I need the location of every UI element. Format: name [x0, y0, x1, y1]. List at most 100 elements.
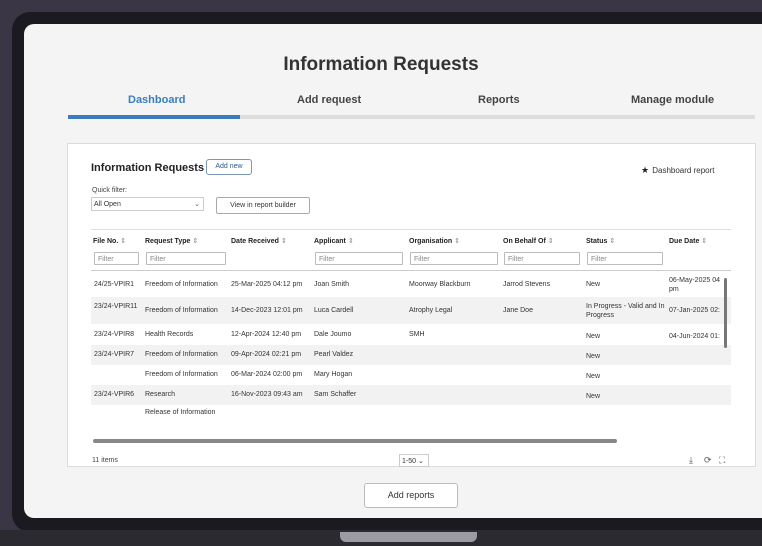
- page-size-value: 1-50: [402, 458, 417, 465]
- sort-icon: ⇕: [547, 238, 554, 245]
- tab-add-request[interactable]: Add request: [297, 94, 361, 106]
- cell-due-date: 06-May-2025 04 pm: [669, 277, 720, 293]
- sort-icon: ⇕: [701, 238, 708, 245]
- cell-date-received: 09-Apr-2024 02:21 pm: [231, 351, 302, 358]
- tab-underline: [68, 115, 755, 119]
- requests-table: File No. ⇕ Request Type ⇕ Date Received …: [91, 229, 731, 448]
- filter-on-behalf-of[interactable]: Filter: [504, 252, 580, 265]
- column-header-label: Due Date: [669, 238, 700, 245]
- table-row[interactable]: 23/24-VPIR8 Health Records 12-Apr-2024 1…: [91, 324, 731, 345]
- cell-due-date: 04-Jun-2024 01:: [669, 333, 720, 340]
- cell-date-received: 06-Mar-2024 02:00 pm: [231, 371, 303, 378]
- cell-applicant: Luca Cardell: [314, 307, 354, 314]
- column-header-status[interactable]: Status ⇕: [586, 237, 615, 245]
- column-header-applicant[interactable]: Applicant ⇕: [314, 237, 354, 245]
- sort-icon: ⇕: [192, 238, 199, 245]
- panel-title: Information Requests: [91, 162, 205, 174]
- star-icon: ★: [641, 165, 650, 175]
- cell-applicant: Sam Schaffer: [314, 391, 357, 398]
- cell-request-type: Freedom of Information: [145, 371, 218, 378]
- cell-organisation: Moorway Blackburn: [409, 281, 471, 288]
- cell-applicant: Pearl Valdez: [314, 351, 354, 358]
- column-header-label: File No.: [93, 238, 119, 245]
- filter-organisation[interactable]: Filter: [410, 252, 498, 265]
- dashboard-report-label: Dashboard report: [652, 166, 715, 175]
- table-row[interactable]: 24/25-VPIR1 Freedom of Information 25-Ma…: [91, 271, 731, 297]
- filter-status[interactable]: Filter: [587, 252, 663, 265]
- cell-status: New: [586, 281, 601, 288]
- filter-applicant[interactable]: Filter: [315, 252, 403, 265]
- sort-icon: ⇕: [609, 238, 616, 245]
- cell-applicant: Mary Hogan: [314, 371, 353, 378]
- cell-status: New: [586, 373, 601, 380]
- column-header-label: Request Type: [145, 238, 191, 245]
- cell-date-received: 16-Nov-2023 09:43 am: [231, 391, 303, 398]
- filter-file-no[interactable]: Filter: [94, 252, 139, 265]
- quick-filter-select[interactable]: All Open ⌄: [91, 197, 204, 211]
- items-count: 11 items: [92, 457, 118, 464]
- view-report-builder-button[interactable]: View in report builder: [216, 197, 310, 214]
- table-row[interactable]: Release of Information: [91, 405, 731, 435]
- cell-file-no: 23/24-VPIR7: [94, 351, 135, 358]
- cell-date-received: 12-Apr-2024 12:40 pm: [231, 331, 302, 338]
- cell-status: New: [586, 353, 601, 360]
- column-header-organisation[interactable]: Organisation ⇕: [409, 237, 460, 245]
- page-size-select[interactable]: 1-50 ⌄: [399, 454, 429, 467]
- tab-reports[interactable]: Reports: [478, 94, 520, 106]
- cell-applicant: Dale Joumo: [314, 331, 352, 338]
- add-reports-button[interactable]: Add reports: [364, 483, 458, 508]
- cell-on-behalf-of: Jane Doe: [503, 307, 533, 314]
- cell-request-type: Health Records: [145, 331, 194, 338]
- table-row[interactable]: Freedom of Information 06-Mar-2024 02:00…: [91, 365, 731, 385]
- cell-status: In Progress - Valid and In Progress: [586, 303, 665, 319]
- download-icon[interactable]: ⤓: [689, 455, 693, 466]
- cell-request-type: Research: [145, 391, 175, 398]
- tab-dashboard[interactable]: Dashboard: [128, 94, 185, 106]
- column-header-label: Status: [586, 238, 608, 245]
- cell-status: New: [586, 333, 601, 340]
- refresh-icon[interactable]: ⟳: [704, 455, 712, 466]
- column-header-date-received[interactable]: Date Received ⇕: [231, 237, 287, 245]
- quick-filter-value: All Open: [94, 201, 121, 208]
- cell-file-no: 23/24-VPIR8: [94, 331, 135, 338]
- quick-filter-label: Quick filter:: [92, 187, 128, 194]
- column-header-label: On Behalf Of: [503, 238, 546, 245]
- sort-icon: ⇕: [280, 238, 287, 245]
- horizontal-scrollbar[interactable]: [93, 439, 617, 443]
- dashboard-report-link[interactable]: ★ Dashboard report: [641, 165, 715, 176]
- cell-file-no: 24/25-VPIR1: [94, 281, 135, 288]
- cell-organisation: Atrophy Legal: [409, 307, 453, 314]
- chevron-down-icon: ⌄: [417, 458, 424, 465]
- cell-applicant: Joan Smith: [314, 281, 350, 288]
- requests-panel: Information Requests Add new ★ Dashboard…: [67, 143, 756, 467]
- column-header-label: Date Received: [231, 238, 279, 245]
- expand-icon[interactable]: ⛶: [719, 455, 725, 466]
- cell-request-type: Freedom of Information: [145, 281, 218, 288]
- cell-request-type: Freedom of Information: [145, 307, 218, 314]
- cell-file-no: 23/24-VPIR6: [94, 391, 135, 398]
- sort-icon: ⇕: [120, 238, 127, 245]
- cell-request-type: Release of Information: [145, 409, 216, 416]
- column-header-label: Organisation: [409, 238, 453, 245]
- vertical-scrollbar[interactable]: [724, 278, 727, 348]
- cell-file-no: 23/24-VPIR11: [94, 303, 138, 310]
- cell-status: New: [586, 393, 601, 400]
- column-header-request-type[interactable]: Request Type ⇕: [145, 237, 198, 245]
- cell-date-received: 25-Mar-2025 04:12 pm: [231, 281, 303, 288]
- filter-request-type[interactable]: Filter: [146, 252, 226, 265]
- sort-icon: ⇕: [454, 238, 461, 245]
- laptop-notch: [340, 532, 477, 542]
- column-header-due-date[interactable]: Due Date ⇕: [669, 237, 707, 245]
- table-row[interactable]: 23/24-VPIR7 Freedom of Information 09-Ap…: [91, 345, 731, 365]
- column-header-on-behalf-of[interactable]: On Behalf Of ⇕: [503, 237, 554, 245]
- page-title: Information Requests: [283, 54, 479, 75]
- table-row[interactable]: 23/24-VPIR6 Research 16-Nov-2023 09:43 a…: [91, 385, 731, 405]
- tab-manage-module[interactable]: Manage module: [631, 94, 714, 106]
- column-header-file-no[interactable]: File No. ⇕: [93, 237, 126, 245]
- sort-icon: ⇕: [347, 238, 354, 245]
- table-row[interactable]: 23/24-VPIR11 Freedom of Information 14-D…: [91, 297, 731, 324]
- add-new-button[interactable]: Add new: [206, 159, 252, 175]
- cell-organisation: SMH: [409, 331, 425, 338]
- cell-on-behalf-of: Jarrod Stevens: [503, 281, 551, 288]
- chevron-down-icon: ⌄: [194, 201, 200, 208]
